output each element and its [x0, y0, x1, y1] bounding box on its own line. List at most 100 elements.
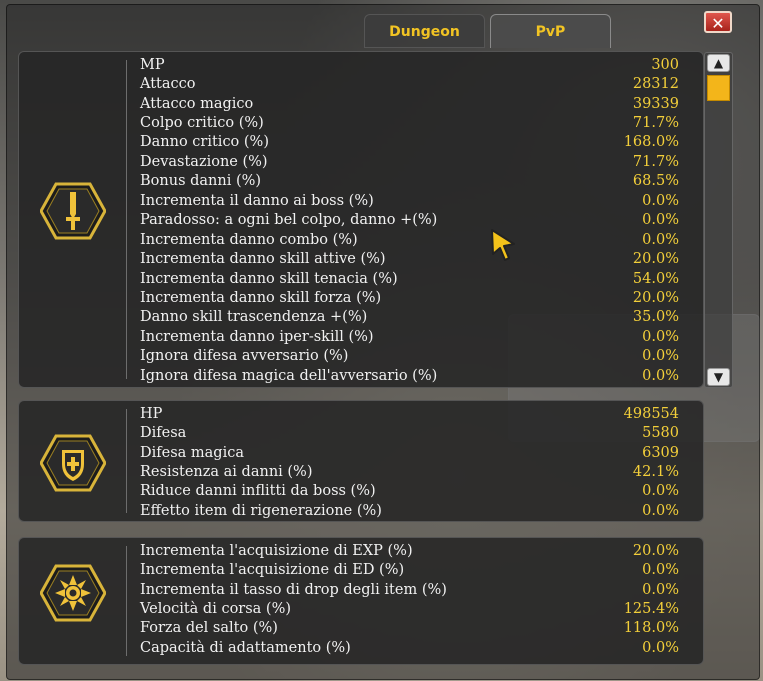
stat-value: 0.0%	[642, 348, 679, 365]
stat-label: Bonus danni (%)	[140, 173, 262, 190]
stat-row: Incrementa l'acquisizione di EXP (%) 20.0…	[140, 541, 679, 560]
stat-value: 6309	[642, 444, 679, 461]
stat-value: 0.0%	[642, 367, 679, 384]
stat-row: Incrementa il danno ai boss (%) 0.0%	[140, 191, 679, 210]
stat-row: Paradosso: a ogni bel colpo, danno +(%) 0…	[140, 211, 679, 230]
stat-row: Forza del salto (%) 118.0%	[140, 619, 679, 638]
stat-row: Danno skill trascendenza +(%) 35.0%	[140, 308, 679, 327]
stat-row: Ignora difesa magica dell'avversario (%)…	[140, 366, 679, 385]
stat-value: 168.0%	[623, 134, 679, 151]
stat-value: 39339	[632, 95, 679, 112]
stat-row: Effetto item di rigenerazione (%) 0.0%	[140, 501, 679, 520]
stat-row: Difesa 5580	[140, 423, 679, 442]
defense-stats-list: HP 498554 Difesa 5580 Difesa magica 6309 Resis…	[140, 404, 679, 521]
stat-label: Riduce danni inflitti da boss (%)	[140, 483, 376, 500]
stat-value: 0.0%	[642, 562, 679, 579]
stat-label: HP	[140, 405, 163, 422]
tab-dungeon[interactable]: Dungeon	[364, 14, 485, 48]
stat-row: Capacità di adattamento (%) 0.0%	[140, 638, 679, 657]
stat-value: 28312	[632, 76, 679, 93]
stat-row: Colpo critico (%) 71.7%	[140, 113, 679, 132]
stat-row: Bonus danni (%) 68.5%	[140, 172, 679, 191]
stat-label: Incrementa il danno ai boss (%)	[140, 192, 374, 209]
stat-label: Danno skill trascendenza +(%)	[140, 309, 368, 326]
stat-value: 0.0%	[642, 328, 679, 345]
stat-value: 20.0%	[632, 251, 679, 268]
stat-value: 118.0%	[623, 620, 679, 637]
stat-label: Resistenza ai danni (%)	[140, 464, 313, 481]
stat-label: Ignora difesa magica dell'avversario (%)	[140, 367, 438, 384]
stat-label: Colpo critico (%)	[140, 115, 264, 132]
stat-label: Danno critico (%)	[140, 134, 269, 151]
tab-pvp[interactable]: PvP	[490, 14, 611, 48]
stat-value: 35.0%	[632, 309, 679, 326]
stat-row: Difesa magica 6309	[140, 443, 679, 462]
stat-value: 20.0%	[632, 289, 679, 306]
stat-label: Forza del salto (%)	[140, 620, 278, 637]
stat-label: Incrementa l'acquisizione di EXP (%)	[140, 542, 413, 559]
stat-row: Devastazione (%) 71.7%	[140, 152, 679, 171]
stat-value: 54.0%	[632, 270, 679, 287]
scroll-down-icon[interactable]: ▼	[707, 368, 730, 386]
stat-value: 0.0%	[642, 581, 679, 598]
stat-label: Incrementa danno iper-skill (%)	[140, 328, 374, 345]
stat-row: Resistenza ai danni (%) 42.1%	[140, 462, 679, 481]
stat-row: Ignora difesa avversario (%) 0.0%	[140, 347, 679, 366]
close-button[interactable]: ✕	[704, 11, 732, 33]
stat-row: Velocità di corsa (%) 125.4%	[140, 599, 679, 618]
stat-label: Incrementa danno skill attive (%)	[140, 251, 386, 268]
stat-label: Velocità di corsa (%)	[140, 601, 292, 618]
sun-icon	[39, 564, 107, 622]
stat-value: 0.0%	[642, 639, 679, 656]
stat-label: Attacco magico	[140, 95, 254, 112]
stat-label: Incrementa danno skill forza (%)	[140, 289, 382, 306]
stat-row: Incrementa danno skill tenacia (%) 54.0%	[140, 269, 679, 288]
stat-row: Incrementa danno iper-skill (%) 0.0%	[140, 327, 679, 346]
attack-stats-panel: MP 300 Attacco 28312 Attacco magico 39339 Colp…	[18, 51, 704, 388]
stat-row: Attacco 28312	[140, 74, 679, 93]
stat-label: Incrementa danno skill tenacia (%)	[140, 270, 398, 287]
stat-value: 20.0%	[632, 542, 679, 559]
stat-label: Paradosso: a ogni bel colpo, danno +(%)	[140, 212, 438, 229]
stat-value: 125.4%	[623, 601, 679, 618]
stat-label: Incrementa l'acquisizione di ED (%)	[140, 562, 405, 579]
stat-row: Incrementa l'acquisizione di ED (%) 0.0%	[140, 560, 679, 579]
stat-label: MP	[140, 56, 165, 73]
stats-scrollbar[interactable]: ▲ ▼	[704, 52, 733, 388]
stat-value: 68.5%	[632, 173, 679, 190]
stat-row: Incrementa danno skill attive (%) 20.0%	[140, 249, 679, 268]
stat-row: Incrementa il tasso di drop degli item (…	[140, 580, 679, 599]
defense-stats-panel: HP 498554 Difesa 5580 Difesa magica 6309 Resis…	[18, 400, 704, 522]
stat-value: 0.0%	[642, 483, 679, 500]
scroll-thumb[interactable]	[707, 75, 730, 101]
stat-label: Effetto item di rigenerazione (%)	[140, 502, 382, 519]
stat-row: Danno critico (%) 168.0%	[140, 133, 679, 152]
stat-value: 71.7%	[632, 115, 679, 132]
stat-value: 5580	[642, 425, 679, 442]
stat-value: 0.0%	[642, 212, 679, 229]
stat-row: Riduce danni inflitti da boss (%) 0.0%	[140, 482, 679, 501]
stat-label: Attacco	[140, 76, 196, 93]
stat-value: 71.7%	[632, 153, 679, 170]
scroll-up-icon[interactable]: ▲	[707, 54, 730, 72]
panel-divider	[126, 409, 127, 513]
stat-label: Incrementa il tasso di drop degli item (…	[140, 581, 447, 598]
stat-value: 498554	[623, 405, 679, 422]
stat-value: 0.0%	[642, 231, 679, 248]
stat-row: Attacco magico 39339	[140, 94, 679, 113]
stat-row: MP 300	[140, 55, 679, 74]
misc-stats-panel: Incrementa l'acquisizione di EXP (%) 20.0…	[18, 537, 704, 665]
stat-row: Incrementa danno skill forza (%) 20.0%	[140, 288, 679, 307]
misc-stats-list: Incrementa l'acquisizione di EXP (%) 20.0…	[140, 541, 679, 658]
panel-divider	[126, 60, 127, 379]
stat-label: Ignora difesa avversario (%)	[140, 348, 349, 365]
shield-icon	[39, 434, 107, 492]
stat-value: 0.0%	[642, 502, 679, 519]
panel-divider	[126, 546, 127, 656]
stat-row: HP 498554	[140, 404, 679, 423]
stat-label: Capacità di adattamento (%)	[140, 639, 351, 656]
attack-stats-list: MP 300 Attacco 28312 Attacco magico 39339 Colp…	[140, 55, 679, 385]
mouse-cursor-icon	[491, 229, 515, 261]
stat-label: Difesa magica	[140, 444, 244, 461]
stat-label: Devastazione (%)	[140, 153, 268, 170]
